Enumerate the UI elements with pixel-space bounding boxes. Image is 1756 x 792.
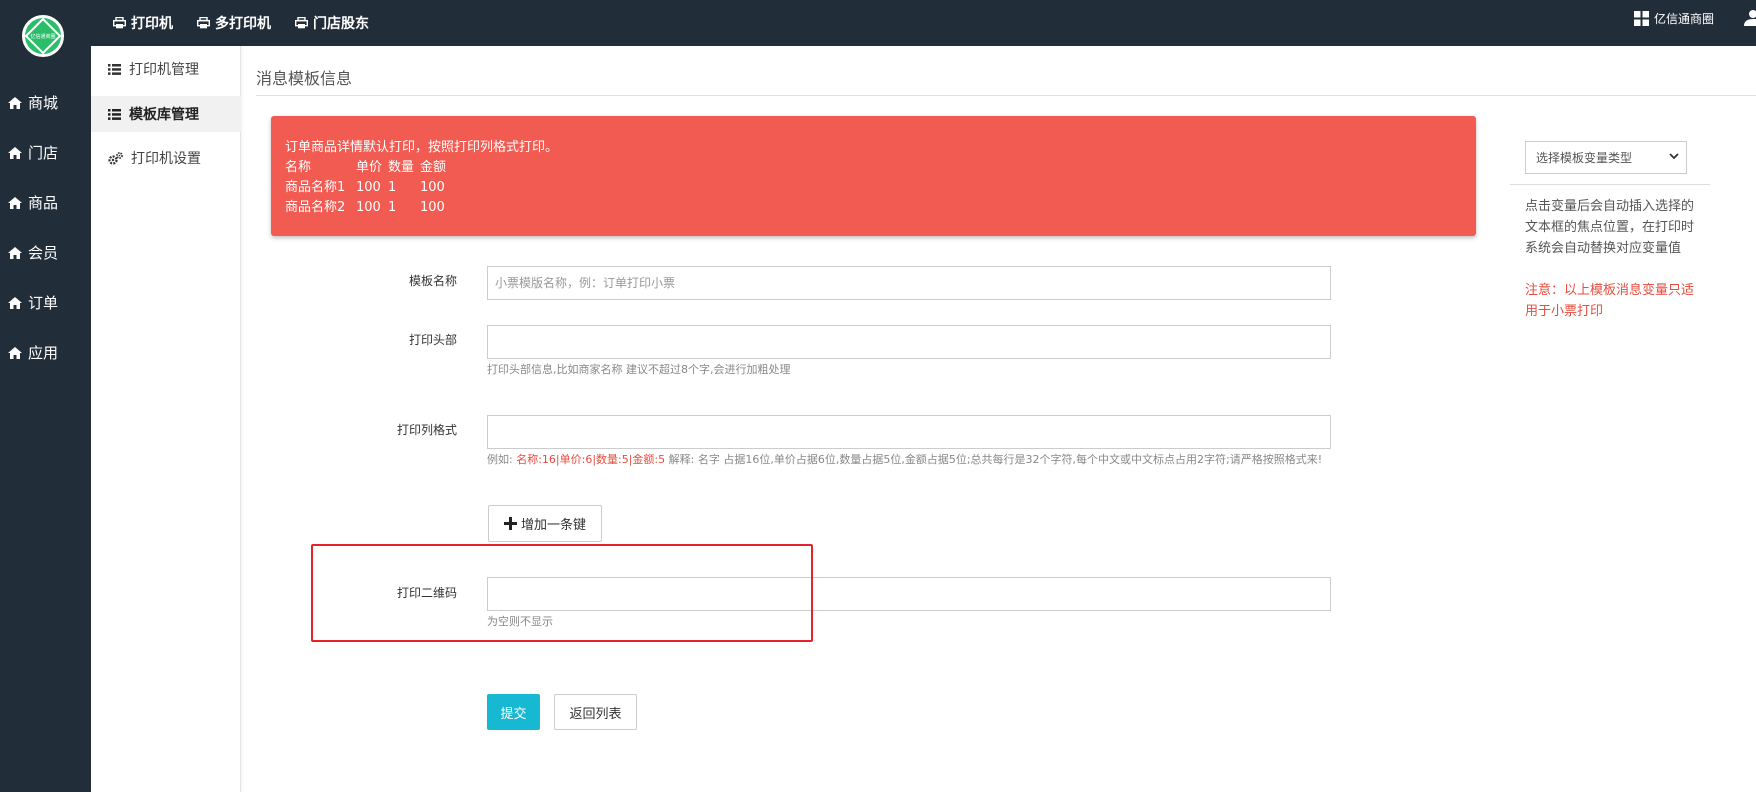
sidebar-item-label: 门店 [28, 144, 59, 162]
template-name-input[interactable] [487, 266, 1331, 300]
subnav-item-label: 打印机管理 [129, 62, 199, 78]
logo-diamond: 亿信通商圈 [24, 17, 62, 55]
home-icon [8, 196, 22, 209]
back-to-list-button[interactable]: 返回列表 [554, 694, 637, 730]
home-icon [8, 146, 22, 159]
print-header-label: 打印头部 [408, 333, 457, 347]
sidebar-item-label: 商城 [28, 94, 59, 112]
add-field-button[interactable]: 增加一条键 [488, 505, 602, 542]
sidebar-item-products[interactable]: 商品 [8, 192, 58, 213]
sidebar-item-store[interactable]: 门店 [8, 142, 58, 163]
sub-sidebar: 打印机管理 模板库管理 打印机设置 [91, 46, 241, 792]
print-header-input[interactable] [487, 325, 1331, 359]
subnav-item-template-library[interactable]: 模板库管理 [91, 96, 241, 132]
sidebar-item-apps[interactable]: 应用 [8, 342, 58, 363]
top-nav-store-shareholder[interactable]: 门店股东 [295, 13, 369, 33]
chevron-down-icon [1669, 153, 1679, 160]
sidebar-item-label: 会员 [28, 244, 59, 262]
alert-cell: 100 [420, 180, 445, 195]
subnav-item-label: 模板库管理 [129, 107, 199, 123]
alert-table-row: 商品名称2 100 1 100 [285, 198, 1476, 218]
subnav-item-printer-settings[interactable]: 打印机设置 [91, 140, 241, 176]
variable-note: 注意：以上模板消息变量只适用于小票打印 [1525, 283, 1695, 319]
print-columns-input[interactable] [487, 415, 1331, 449]
gears-icon [108, 151, 123, 165]
account-name: 亿信通商圈 [1653, 12, 1714, 26]
variable-type-value: 选择模板变量类型 [1536, 151, 1633, 165]
home-icon [8, 346, 22, 359]
account-menu[interactable]: 亿信通商圈 [1633, 10, 1714, 27]
title-divider [256, 95, 1756, 96]
variable-type-select[interactable]: 选择模板变量类型 [1525, 141, 1687, 174]
template-name-label: 模板名称 [408, 274, 457, 288]
top-nav-printer[interactable]: 打印机 [113, 13, 173, 33]
home-icon [8, 296, 22, 309]
printer-icon [113, 17, 126, 29]
print-qrcode-input[interactable] [487, 577, 1331, 611]
printer-icon [197, 17, 210, 29]
grid-icon [1633, 11, 1649, 26]
help-suffix: 解释: 名字 占据16位,单价占据6位,数量占据5位,金额占据5位;总共每行是3… [665, 453, 1323, 466]
alert-message: 订单商品详情默认打印，按照打印列格式打印。 [285, 140, 559, 155]
alert-cell: 100 [356, 200, 381, 215]
submit-button[interactable]: 提交 [487, 694, 540, 730]
alert-cell: 单价 [356, 160, 383, 175]
alert-cell: 商品名称1 [285, 180, 346, 195]
printer-icon [295, 17, 308, 29]
print-columns-help: 例如: 名称:16|单价:6|数量:5|金额:5 解释: 名字 占据16位,单价… [487, 451, 1322, 467]
top-nav-multi-printer[interactable]: 多打印机 [197, 13, 271, 33]
alert-cell: 1 [388, 180, 397, 195]
top-nav-label: 多打印机 [215, 16, 271, 32]
sidebar-item-label: 订单 [28, 294, 59, 312]
variable-description: 点击变量后会自动插入选择的文本框的焦点位置，在打印时系统会自动替换对应变量值 [1525, 199, 1695, 256]
sidebar-item-label: 商品 [28, 194, 59, 212]
help-prefix: 例如: [487, 453, 517, 466]
main-sidebar: 商城 门店 商品 会员 订单 应用 [0, 46, 91, 792]
print-qrcode-help: 为空则不显示 [487, 615, 553, 628]
print-qrcode-label: 打印二维码 [396, 586, 457, 600]
alert-cell: 金额 [420, 160, 447, 175]
print-header-help: 打印头部信息,比如商家名称 建议不超过8个字,会进行加粗处理 [487, 363, 791, 376]
print-columns-label: 打印列格式 [396, 423, 457, 437]
alert-cell: 1 [388, 200, 397, 215]
subnav-item-printer-management[interactable]: 打印机管理 [91, 51, 241, 87]
alert-table-row: 商品名称1 100 1 100 [285, 178, 1476, 198]
top-nav: 打印机 多打印机 门店股东 [113, 0, 393, 46]
subnav-item-label: 打印机设置 [131, 151, 201, 167]
alert-cell: 名称 [285, 160, 312, 175]
plus-icon [503, 517, 517, 530]
top-nav-label: 打印机 [131, 16, 173, 32]
user-icon[interactable] [1742, 10, 1756, 30]
sidebar-item-orders[interactable]: 订单 [8, 292, 58, 313]
help-example: 名称:16|单价:6|数量:5|金额:5 [516, 453, 666, 466]
alert-table-header: 名称 单价 数量 金额 [285, 158, 1476, 178]
page-title: 消息模板信息 [256, 69, 353, 88]
alert-cell: 100 [356, 180, 381, 195]
logo-text: 亿信通商圈 [30, 33, 56, 40]
list-icon [108, 108, 121, 120]
brand-logo[interactable]: 亿信通商圈 [22, 15, 64, 57]
panel-divider [1510, 184, 1710, 185]
sidebar-item-mall[interactable]: 商城 [8, 92, 58, 113]
alert-cell: 数量 [388, 160, 415, 175]
top-bar: 打印机 多打印机 门店股东 亿信通商圈 [0, 0, 1756, 46]
top-nav-label: 门店股东 [313, 16, 369, 32]
home-icon [8, 246, 22, 259]
home-icon [8, 96, 22, 109]
alert-cell: 100 [420, 200, 445, 215]
sidebar-item-members[interactable]: 会员 [8, 242, 58, 263]
info-alert: 订单商品详情默认打印，按照打印列格式打印。 名称 单价 数量 金额 商品名称1 … [271, 116, 1476, 236]
sidebar-item-label: 应用 [28, 344, 59, 362]
list-icon [108, 63, 121, 75]
alert-cell: 商品名称2 [285, 200, 346, 215]
add-field-label: 增加一条键 [520, 518, 586, 533]
